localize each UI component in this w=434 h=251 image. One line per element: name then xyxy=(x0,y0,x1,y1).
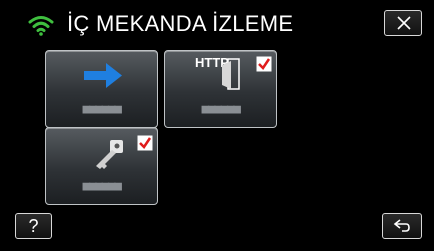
tile-label: ■■■■■■ xyxy=(201,101,241,117)
tile-key[interactable]: ■■■■■■ xyxy=(45,127,158,205)
wifi-icon xyxy=(28,16,54,36)
title-bar: İÇ MEKANDA İZLEME xyxy=(0,0,434,56)
back-button[interactable] xyxy=(382,213,422,239)
tile-label: ■■■■■■ xyxy=(82,178,122,194)
checkbox-checked-icon xyxy=(256,56,272,72)
page-title: İÇ MEKANDA İZLEME xyxy=(67,11,294,36)
arrow-right-icon xyxy=(84,63,122,88)
close-icon xyxy=(397,16,411,30)
close-button[interactable] xyxy=(384,10,422,36)
checkbox-checked-icon xyxy=(137,135,153,151)
return-icon xyxy=(393,219,410,232)
tile-label: ■■■■■■ xyxy=(82,101,122,117)
tile-arrow[interactable]: ■■■■■■ xyxy=(45,50,158,128)
help-button[interactable]: ? xyxy=(15,213,52,239)
tile-http[interactable]: HTTP ■■■■■■ xyxy=(164,50,277,128)
